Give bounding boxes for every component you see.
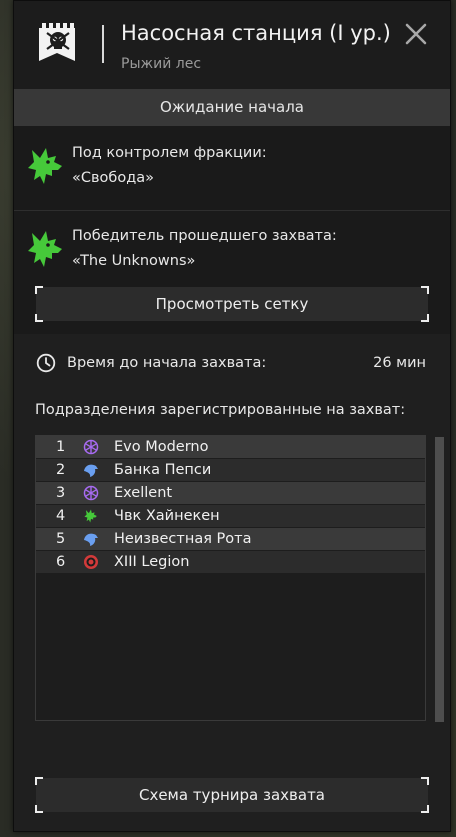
previous-winner-name: «The Unknowns» bbox=[72, 253, 196, 269]
tournament-scheme-button[interactable]: Схема турнира захвата bbox=[35, 777, 429, 813]
blue-bird-icon bbox=[84, 533, 98, 546]
view-grid-label: Просмотреть сетку bbox=[155, 295, 309, 313]
capture-point-panel: Насосная станция (I ур.) Рыжий лес Ожида… bbox=[13, 0, 451, 832]
row-number: 3 bbox=[56, 485, 66, 501]
row-name: Банка Пепси bbox=[114, 462, 212, 478]
view-grid-button[interactable]: Просмотреть сетку bbox=[35, 286, 429, 322]
row-number: 1 bbox=[56, 439, 66, 455]
row-number: 6 bbox=[56, 554, 66, 570]
control-faction-name: «Свобода» bbox=[72, 170, 155, 186]
list-item[interactable]: 3 Exellent bbox=[36, 482, 425, 504]
previous-winner-label: Победитель прошедшего захвата: bbox=[72, 228, 337, 244]
registered-units-label: Подразделения зарегистрированные на захв… bbox=[35, 402, 406, 418]
row-name: Evo Moderno bbox=[114, 439, 209, 455]
status-bar: Ожидание начала bbox=[14, 89, 450, 126]
tournament-scheme-label: Схема турнира захвата bbox=[138, 786, 326, 804]
timer-value: 26 мин bbox=[373, 355, 426, 371]
timer-label: Время до начала захвата: bbox=[67, 355, 267, 371]
list-item[interactable]: 5 Неизвестная Рота bbox=[36, 528, 425, 550]
row-name: Exellent bbox=[114, 485, 173, 501]
header-divider bbox=[102, 25, 104, 63]
list-item[interactable]: 4 Чвк Хайнекен bbox=[36, 505, 425, 527]
close-icon[interactable] bbox=[402, 20, 430, 48]
page-title: Насосная станция (I ур.) bbox=[121, 21, 391, 45]
list-item[interactable]: 2 Банка Пепси bbox=[36, 459, 425, 481]
list-item[interactable]: 1 Evo Moderno bbox=[36, 436, 425, 458]
control-faction-label: Под контролем фракции: bbox=[72, 145, 267, 161]
faction-info-section: Под контролем фракции: «Свобода» Победит… bbox=[14, 126, 450, 334]
blue-bird-icon bbox=[84, 464, 98, 477]
row-name: Чвк Хайнекен bbox=[114, 508, 220, 524]
purple-atom-icon bbox=[83, 439, 99, 455]
red-target-icon bbox=[84, 555, 98, 569]
list-item[interactable]: 6 XIII Legion bbox=[36, 551, 425, 573]
row-number: 2 bbox=[56, 462, 66, 478]
skull-flag-icon bbox=[39, 23, 75, 61]
clock-icon bbox=[36, 353, 56, 373]
section-divider bbox=[14, 210, 450, 211]
row-name: XIII Legion bbox=[114, 554, 190, 570]
row-name: Неизвестная Рота bbox=[114, 531, 252, 547]
row-number: 5 bbox=[56, 531, 66, 547]
row-number: 4 bbox=[56, 508, 66, 524]
panel-header: Насосная станция (I ур.) Рыжий лес bbox=[14, 1, 450, 89]
list-scrollbar[interactable] bbox=[435, 437, 444, 722]
green-wolf-icon bbox=[28, 148, 62, 184]
green-wolf-icon bbox=[28, 231, 62, 267]
green-wolf-icon bbox=[84, 509, 97, 523]
purple-atom-icon bbox=[83, 485, 99, 501]
registered-units-list[interactable]: 1 Evo Moderno 2 Банка Пепси 3 Exellent 4 bbox=[35, 435, 426, 721]
location-subtitle: Рыжий лес bbox=[121, 56, 202, 72]
